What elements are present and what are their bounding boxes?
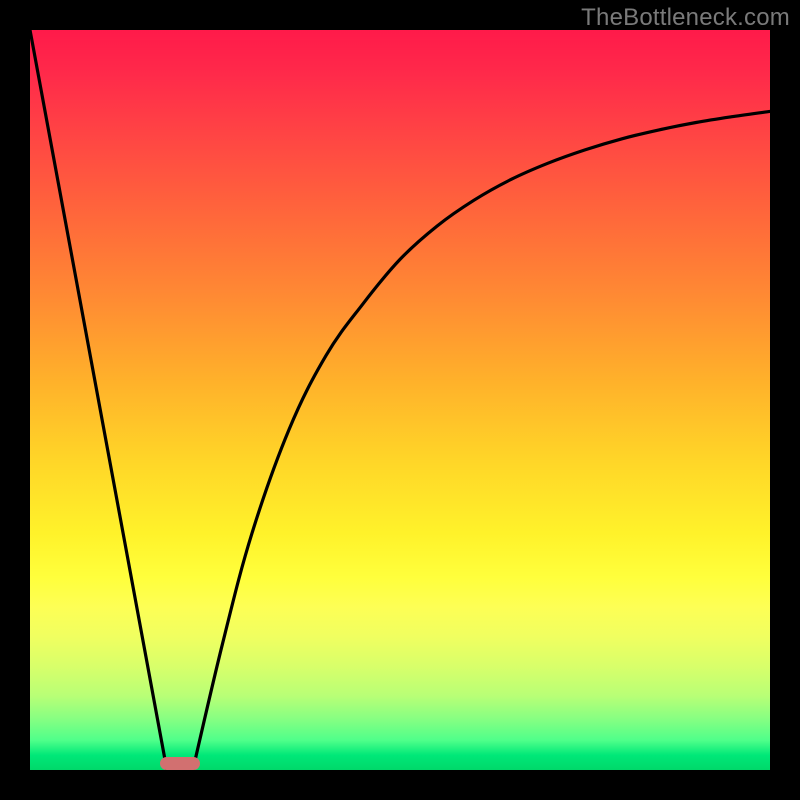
curve-right-branch (193, 111, 770, 770)
watermark-text: TheBottleneck.com (581, 4, 790, 32)
plot-area (30, 30, 770, 770)
curve-layer (30, 30, 770, 770)
chart-frame: TheBottleneck.com (0, 0, 800, 800)
curve-left-branch (30, 30, 167, 770)
bottleneck-marker (160, 757, 200, 770)
